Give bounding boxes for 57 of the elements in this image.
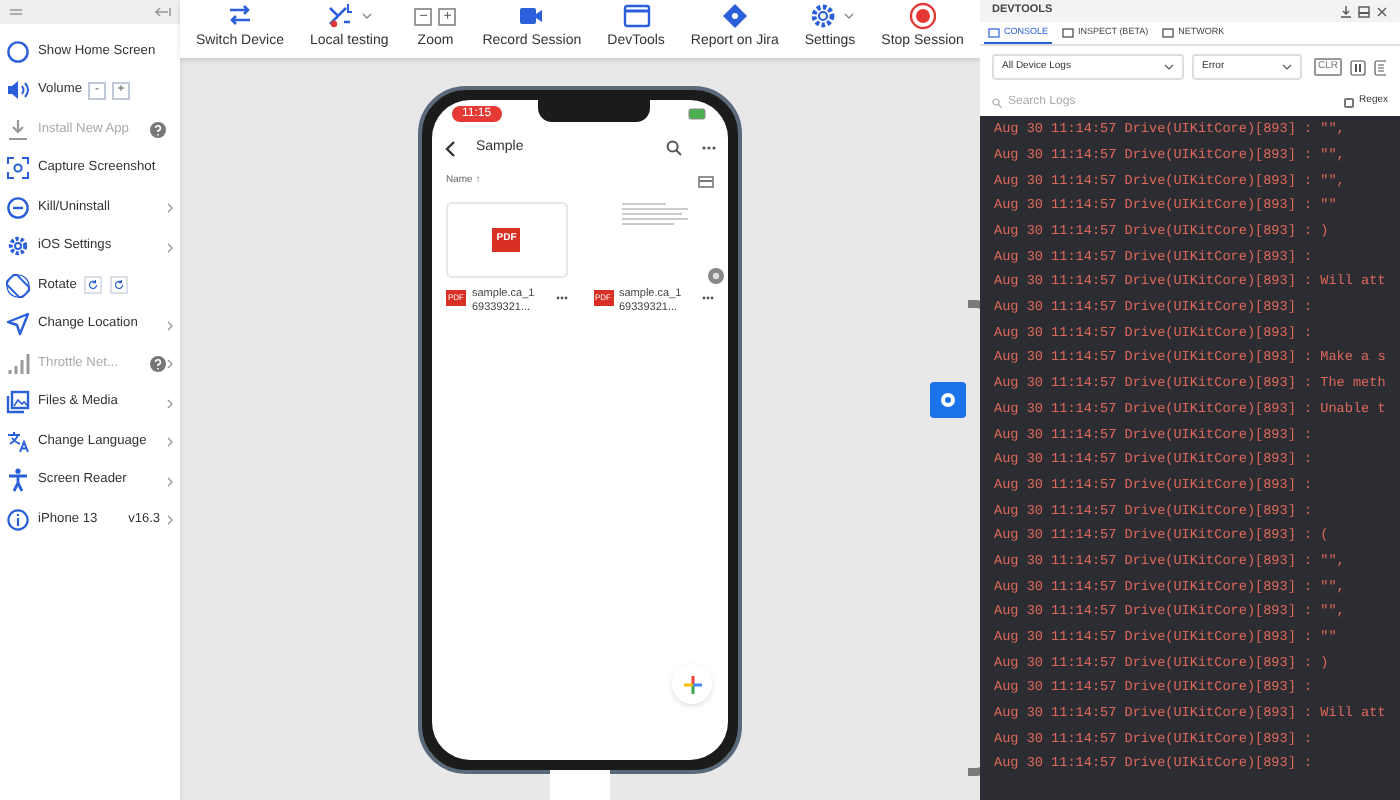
chevron-right-icon <box>166 319 174 331</box>
shuffle-icon <box>326 2 357 31</box>
document-preview-drawing <box>619 202 688 226</box>
add-fab-button[interactable] <box>672 664 712 704</box>
chevron-right-icon <box>166 436 174 448</box>
chevron-right-icon <box>166 514 174 526</box>
screenshot-icon <box>6 156 30 181</box>
pause-icon <box>1350 59 1367 75</box>
chevron-right-icon <box>166 241 174 253</box>
caret-icon <box>843 12 854 21</box>
search-icon <box>666 140 682 156</box>
notch <box>538 100 651 121</box>
chevron-right-icon <box>166 475 174 487</box>
signal-bars-icon <box>6 351 30 376</box>
minus-circle-icon <box>6 195 30 220</box>
console-icon <box>988 27 1000 37</box>
back-chevron-icon <box>444 139 456 157</box>
record-stop-icon <box>907 2 938 31</box>
chevron-right-icon <box>166 397 174 409</box>
download-icon <box>1340 5 1352 17</box>
circle-icon <box>6 39 30 64</box>
rotate-button-icon <box>110 276 129 295</box>
window-icon <box>621 2 652 31</box>
help-icon <box>150 121 166 138</box>
list-icon <box>1374 59 1387 75</box>
regex-checkbox[interactable] <box>1343 97 1354 107</box>
close-icon <box>1376 5 1388 17</box>
collapse-icon <box>154 6 172 18</box>
settings-dot-icon <box>708 268 724 284</box>
speaker-icon <box>6 78 30 103</box>
battery-icon <box>687 108 708 120</box>
help-icon <box>150 355 166 372</box>
chevron-right-icon <box>166 202 174 214</box>
dock-icon <box>1358 5 1370 17</box>
menu-icon <box>8 6 24 18</box>
network-icon <box>1162 28 1175 38</box>
gear-icon <box>807 2 838 31</box>
monitor-icon <box>1062 28 1075 38</box>
info-icon <box>6 507 30 532</box>
chevron-down-icon <box>1282 64 1292 70</box>
record-dot-icon <box>940 392 956 408</box>
gallery-icon <box>6 390 30 415</box>
accessibility-icon <box>6 468 30 493</box>
gear-icon <box>6 234 30 259</box>
translate-icon <box>6 429 30 454</box>
search-icon <box>992 97 1002 107</box>
caret-icon <box>362 12 373 21</box>
rotate-icon <box>6 273 30 298</box>
cable-connector <box>550 770 610 800</box>
rotate-button-icon <box>84 276 103 295</box>
list-view-icon <box>698 176 714 188</box>
plus-icon <box>683 675 701 693</box>
chevron-down-icon <box>1164 64 1174 70</box>
chevron-right-icon <box>166 358 174 370</box>
download-icon <box>6 117 30 142</box>
location-arrow-icon <box>6 312 30 337</box>
floating-control-button[interactable] <box>930 382 966 418</box>
